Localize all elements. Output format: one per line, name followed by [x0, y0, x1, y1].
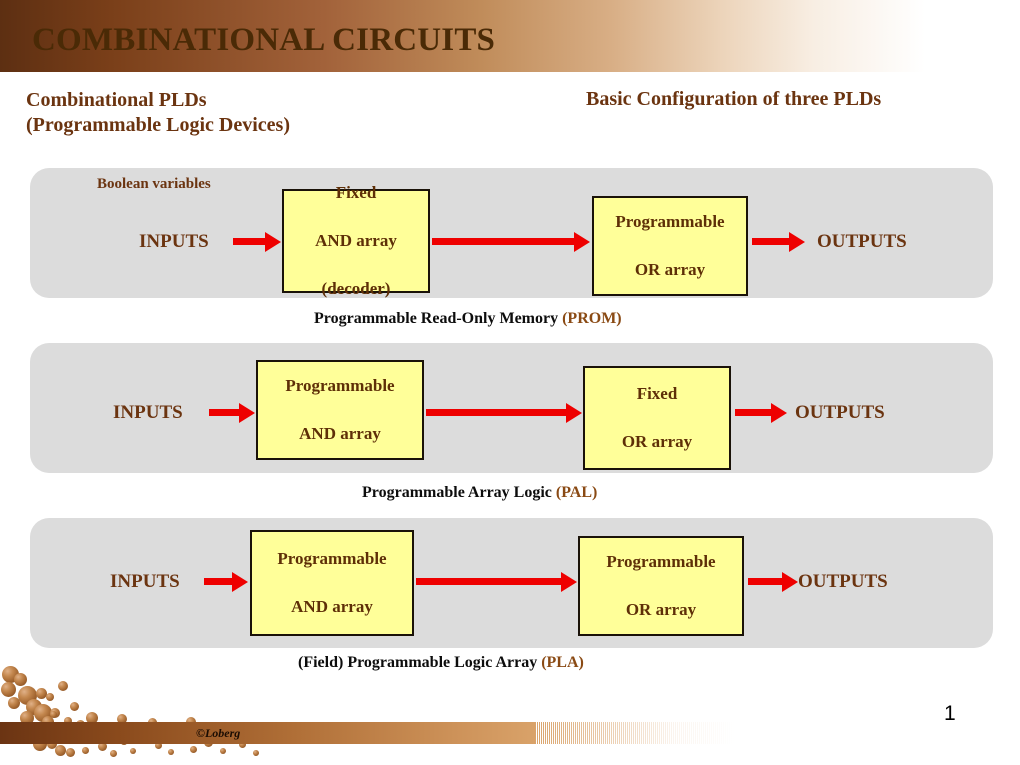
box-line-1: Programmable [615, 212, 725, 231]
box-line-2: OR array [634, 260, 706, 279]
footer-gradient-bar [0, 722, 735, 744]
copyright-label: ©Loberg [196, 726, 241, 740]
page-title: COMBINATIONAL CIRCUITS [32, 22, 496, 58]
caption-pla: (Field) Programmable Logic Array (PLA) [298, 654, 584, 672]
caption-prom: Programmable Read-Only Memory (PROM) [314, 310, 622, 328]
box-programmable-and-array-pla: Programmable AND array [250, 530, 414, 636]
caption-pal: Programmable Array Logic (PAL) [362, 484, 597, 502]
subtitle-right: Basic Configuration of three PLDs [586, 88, 882, 110]
arrow-input-to-and-prom [233, 231, 281, 252]
box-line-1: Fixed [335, 183, 377, 202]
arrow-or-to-outputs-pla [748, 571, 798, 592]
footer-bar-dither-fade [535, 722, 735, 744]
footer-bar-solid [0, 722, 535, 744]
subtitle-left: Combinational PLDs (Programmable Logic D… [26, 88, 566, 138]
caption-text: (Field) Programmable Logic Array [298, 654, 542, 671]
page-number: 1 [944, 702, 956, 725]
subtitle-left-line2: (Programmable Logic Devices) [26, 114, 290, 136]
boolean-variables-label: Boolean variables [97, 176, 211, 192]
box-line-2: OR array [621, 432, 693, 451]
box-line-2: AND array [291, 597, 373, 616]
box-line-3: (decoder) [321, 279, 391, 298]
box-line-1: Programmable [285, 376, 395, 395]
caption-text: Programmable Read-Only Memory [314, 310, 563, 327]
caption-acronym: (PAL) [555, 484, 598, 501]
arrow-or-to-outputs-prom [752, 231, 805, 252]
box-programmable-and-array-pal: Programmable AND array [256, 360, 424, 460]
outputs-label-pal: OUTPUTS [795, 402, 885, 423]
box-line-1: Programmable [606, 552, 716, 571]
arrow-and-to-or-prom [432, 231, 590, 252]
box-programmable-or-array-pla: Programmable OR array [578, 536, 744, 636]
outputs-label-prom: OUTPUTS [817, 231, 907, 252]
box-programmable-or-array-prom: Programmable OR array [592, 196, 748, 296]
arrow-or-to-outputs-pal [735, 402, 787, 423]
arrow-and-to-or-pal [426, 402, 582, 423]
arrow-and-to-or-pla [416, 571, 577, 592]
box-fixed-and-array-decoder: Fixed AND array (decoder) [282, 183, 430, 298]
box-line-2: AND array [299, 424, 381, 443]
inputs-label-pla: INPUTS [110, 571, 180, 592]
arrow-input-to-and-pla [204, 571, 248, 592]
box-line-1: Programmable [277, 549, 387, 568]
box-fixed-or-array-pal: Fixed OR array [583, 366, 731, 470]
box-line-2: AND array [315, 231, 397, 250]
box-line-1: Fixed [636, 384, 678, 403]
box-line-2: OR array [625, 600, 697, 619]
arrow-input-to-and-pal [209, 402, 255, 423]
caption-text: Programmable Array Logic [362, 484, 556, 501]
inputs-label-pal: INPUTS [113, 402, 183, 423]
inputs-label-prom: INPUTS [139, 231, 209, 252]
outputs-label-pla: OUTPUTS [798, 571, 888, 592]
caption-acronym: (PLA) [541, 654, 584, 671]
caption-acronym: (PROM) [562, 310, 622, 327]
subtitle-left-line1: Combinational PLDs [26, 89, 207, 111]
